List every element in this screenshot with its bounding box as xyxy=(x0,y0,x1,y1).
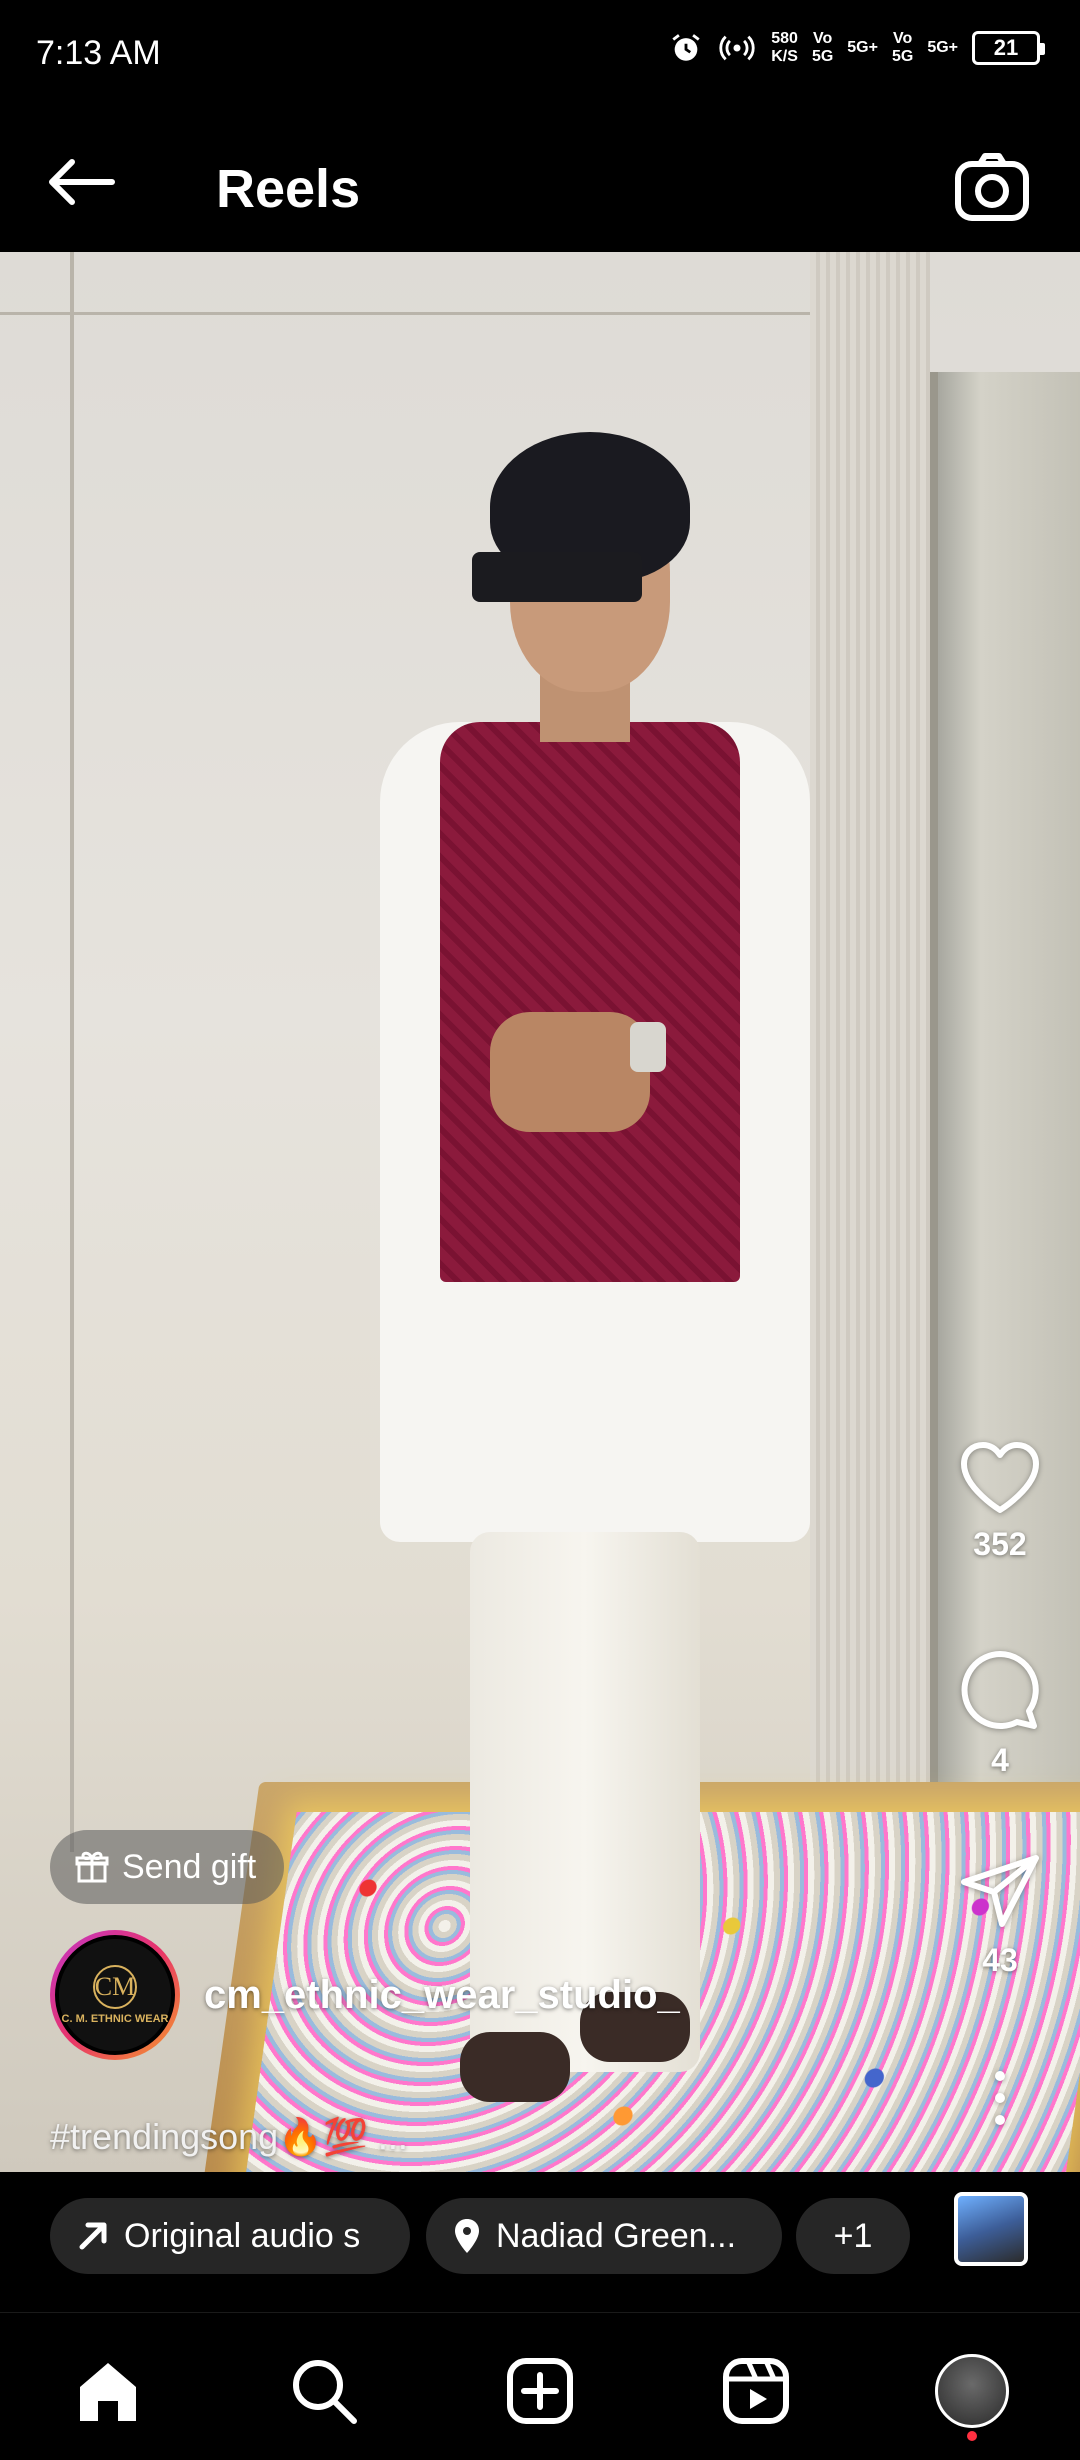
model-figure xyxy=(360,432,820,2112)
arrow-left-icon xyxy=(49,159,115,205)
author-avatar[interactable]: CM C. M. ETHNIC WEAR xyxy=(50,1930,180,2060)
more-options-button[interactable] xyxy=(950,2068,1050,2128)
wristwatch xyxy=(630,1022,666,1072)
reels-icon xyxy=(723,2358,789,2424)
sim2-signal: 5G+ xyxy=(927,39,958,56)
page-title: Reels xyxy=(216,159,361,219)
share-action[interactable]: 43 xyxy=(950,1852,1050,1979)
status-icons: 580 K/S Vo 5G 5G+ Vo 5G 5G+ 21 xyxy=(669,30,1045,66)
sim1-signal: 5G+ xyxy=(847,39,878,56)
status-bar: 7:13 AM 580 K/S Vo 5G 5G+ Vo 5G 5G+ 21 xyxy=(0,0,1080,110)
nav-home[interactable] xyxy=(68,2351,148,2431)
more-tags-chip[interactable]: +1 xyxy=(796,2198,910,2274)
nav-profile[interactable] xyxy=(932,2351,1012,2441)
comment-icon[interactable] xyxy=(958,1648,1042,1732)
location-label: Nadiad Green... xyxy=(496,2216,737,2255)
create-icon xyxy=(507,2358,573,2424)
like-action[interactable]: 352 xyxy=(950,1440,1050,1563)
audio-thumbnail[interactable] xyxy=(954,2192,1028,2266)
share-count: 43 xyxy=(982,1942,1018,1978)
back-button[interactable] xyxy=(42,152,122,212)
reel-meta-row: Original audio s Nadiad Green... +1 xyxy=(0,2172,1080,2312)
status-time: 7:13 AM xyxy=(36,34,161,72)
wall-seam xyxy=(70,252,74,1852)
heart-icon[interactable] xyxy=(958,1440,1042,1516)
comment-action[interactable]: 4 xyxy=(950,1648,1050,1779)
author-username[interactable]: cm_ethnic_wear_studio_ xyxy=(204,1973,680,2018)
camera-icon xyxy=(955,153,1029,221)
alarm-icon xyxy=(672,34,700,61)
nav-search[interactable] xyxy=(284,2351,364,2431)
post-caption[interactable]: #trendingsong🔥💯 ... xyxy=(50,2116,408,2158)
author-row: CM C. M. ETHNIC WEAR cm_ethnic_wear_stud… xyxy=(50,1930,680,2060)
more-vertical-icon[interactable] xyxy=(980,2068,1020,2128)
reels-header: Reels xyxy=(0,110,1080,252)
nav-create[interactable] xyxy=(500,2351,580,2431)
send-gift-button[interactable]: Send gift xyxy=(50,1830,285,1904)
sim1-volte: Vo 5G xyxy=(811,30,834,65)
mirror xyxy=(930,372,1080,1872)
sunglasses xyxy=(472,552,642,602)
wall-panel xyxy=(810,252,930,1952)
location-chip[interactable]: Nadiad Green... xyxy=(426,2198,782,2274)
avatar-logo: CM C. M. ETHNIC WEAR xyxy=(55,1935,175,2055)
send-gift-label: Send gift xyxy=(122,1847,257,1886)
wall-seam xyxy=(0,312,820,315)
arrow-up-right-icon xyxy=(79,2222,107,2250)
send-icon[interactable] xyxy=(958,1852,1042,1932)
notification-dot xyxy=(967,2431,977,2441)
camera-button[interactable] xyxy=(952,150,1032,224)
net-speed: 580 K/S xyxy=(771,30,798,65)
audio-label: Original audio s xyxy=(124,2216,361,2255)
hands xyxy=(490,1012,650,1132)
like-count: 352 xyxy=(973,1526,1027,1562)
location-pin-icon xyxy=(455,2219,479,2253)
sim2-volte: Vo 5G xyxy=(891,30,914,65)
search-icon xyxy=(293,2360,357,2424)
gift-icon xyxy=(75,1851,109,1883)
bottom-nav xyxy=(0,2312,1080,2460)
comment-count: 4 xyxy=(991,1742,1009,1778)
home-icon xyxy=(80,2363,136,2421)
audio-chip[interactable]: Original audio s xyxy=(50,2198,410,2274)
maroon-vest xyxy=(440,722,740,1282)
nav-reels[interactable] xyxy=(716,2351,796,2431)
avatar-brand: C. M. ETHNIC WEAR xyxy=(61,2013,169,2025)
battery-icon: 21 xyxy=(972,31,1045,65)
avatar-monogram: CM xyxy=(93,1965,137,2009)
profile-avatar xyxy=(935,2354,1009,2428)
hotspot-icon xyxy=(719,35,755,61)
